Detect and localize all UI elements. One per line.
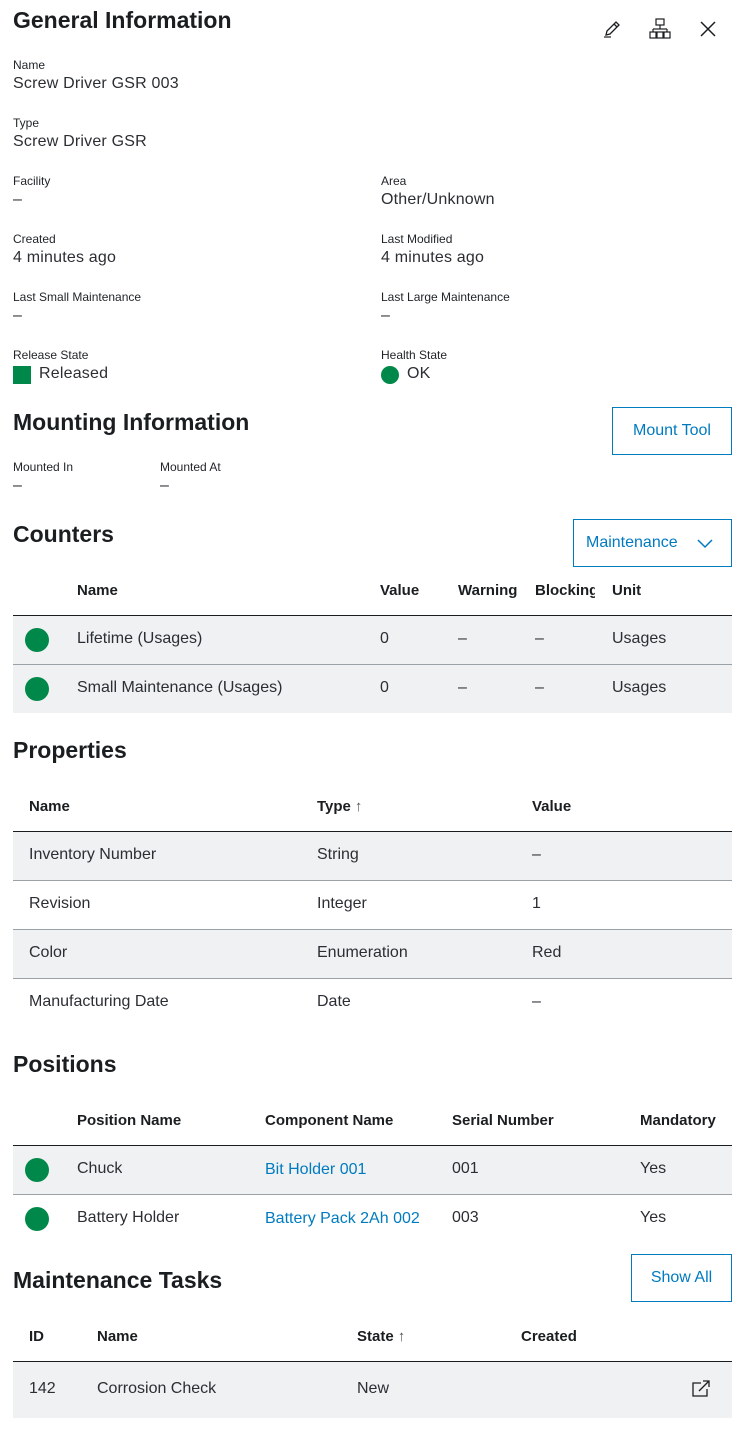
mandatory: Yes bbox=[640, 1160, 667, 1177]
property-name: Color bbox=[29, 944, 68, 961]
maintenance-tasks-title: Maintenance Tasks bbox=[13, 1267, 223, 1293]
counter-name: Small Maintenance (Usages) bbox=[77, 679, 283, 696]
table-row[interactable] bbox=[13, 881, 732, 929]
property-value: 1 bbox=[532, 895, 541, 912]
serial-number: 001 bbox=[452, 1160, 479, 1177]
property-value: – bbox=[532, 993, 541, 1010]
properties-col-value[interactable]: Value bbox=[532, 798, 571, 815]
created-value: 4 minutes ago bbox=[13, 249, 117, 266]
pencil-icon[interactable] bbox=[599, 16, 625, 42]
counters-col-blocking[interactable]: Blocking bbox=[535, 582, 595, 599]
mounted-in-value: – bbox=[13, 477, 23, 494]
counter-warning: – bbox=[458, 630, 467, 647]
counters-col-unit[interactable]: Unit bbox=[612, 582, 641, 599]
mandatory: Yes bbox=[640, 1209, 667, 1226]
property-type: Enumeration bbox=[317, 944, 408, 961]
position-name: Battery Holder bbox=[77, 1209, 180, 1226]
close-icon[interactable] bbox=[695, 16, 721, 42]
mounting-information-title: Mounting Information bbox=[13, 409, 250, 435]
facility-label: Facility bbox=[13, 174, 51, 188]
mounted-at-value: – bbox=[160, 477, 170, 494]
positions-col-component-name[interactable]: Component Name bbox=[265, 1112, 393, 1129]
facility-value: – bbox=[13, 191, 23, 208]
tasks-col-created[interactable]: Created bbox=[521, 1328, 577, 1345]
tasks-col-state-label: State bbox=[357, 1328, 394, 1345]
positions-title: Positions bbox=[13, 1051, 117, 1077]
task-name: Corrosion Check bbox=[97, 1380, 217, 1397]
properties-col-type-label: Type bbox=[317, 798, 351, 815]
position-status-dot-icon bbox=[25, 1158, 49, 1182]
property-name: Revision bbox=[29, 895, 91, 912]
maintenance-dropdown[interactable]: Maintenance bbox=[573, 519, 732, 567]
last-modified-value: 4 minutes ago bbox=[381, 249, 485, 266]
property-name: Manufacturing Date bbox=[29, 993, 169, 1010]
last-modified-label: Last Modified bbox=[381, 232, 453, 246]
release-state-label: Release State bbox=[13, 348, 89, 362]
mount-tool-button[interactable]: Mount Tool bbox=[612, 407, 732, 455]
maintenance-dropdown-label: Maintenance bbox=[586, 534, 678, 551]
type-label: Type bbox=[13, 116, 40, 130]
last-small-maintenance-label: Last Small Maintenance bbox=[13, 290, 142, 304]
last-large-maintenance-value: – bbox=[381, 307, 391, 324]
positions-col-position-name[interactable]: Position Name bbox=[77, 1112, 181, 1129]
name-label: Name bbox=[13, 58, 46, 72]
property-type: Date bbox=[317, 993, 351, 1010]
property-value: Red bbox=[532, 944, 562, 961]
type-value: Screw Driver GSR bbox=[13, 133, 147, 150]
counter-status-dot-icon bbox=[25, 628, 49, 652]
task-id: 142 bbox=[29, 1380, 56, 1397]
property-type: String bbox=[317, 846, 359, 863]
counter-unit: Usages bbox=[612, 679, 667, 696]
tasks-col-name[interactable]: Name bbox=[97, 1328, 138, 1345]
counter-unit: Usages bbox=[612, 630, 667, 647]
health-state-label: Health State bbox=[381, 348, 448, 362]
property-value: – bbox=[532, 846, 541, 863]
sort-ascending-icon: ↑ bbox=[397, 1328, 406, 1345]
release-state-value: Released bbox=[39, 365, 109, 382]
properties-col-type[interactable]: Type ↑ bbox=[317, 798, 362, 815]
health-state-value: OK bbox=[407, 365, 431, 382]
counter-status-dot-icon bbox=[25, 677, 49, 701]
position-name: Chuck bbox=[77, 1160, 123, 1177]
positions-col-mandatory[interactable]: Mandatory bbox=[640, 1112, 716, 1129]
mounted-at-label: Mounted At bbox=[160, 460, 221, 474]
counters-col-name[interactable]: Name bbox=[77, 582, 118, 599]
counter-blocking: – bbox=[535, 679, 544, 696]
counters-col-value[interactable]: Value bbox=[380, 582, 419, 599]
area-value: Other/Unknown bbox=[381, 191, 495, 208]
property-name: Inventory Number bbox=[29, 846, 157, 863]
property-type: Integer bbox=[317, 895, 367, 912]
counter-blocking: – bbox=[535, 630, 544, 647]
properties-col-name[interactable]: Name bbox=[29, 798, 70, 815]
component-link[interactable]: Bit Holder 001 bbox=[265, 1161, 366, 1179]
chevron-down-icon bbox=[697, 536, 713, 554]
health-state-dot-icon bbox=[381, 366, 399, 384]
sort-ascending-icon: ↑ bbox=[354, 798, 363, 815]
hierarchy-icon[interactable] bbox=[647, 16, 673, 42]
positions-col-serial-number[interactable]: Serial Number bbox=[452, 1112, 554, 1129]
task-state: New bbox=[357, 1380, 390, 1397]
counter-value: 0 bbox=[380, 679, 389, 696]
counter-value: 0 bbox=[380, 630, 389, 647]
open-external-icon[interactable] bbox=[688, 1376, 714, 1402]
mounted-in-label: Mounted In bbox=[13, 460, 74, 474]
area-label: Area bbox=[381, 174, 407, 188]
counters-title: Counters bbox=[13, 521, 114, 547]
last-small-maintenance-value: – bbox=[13, 307, 23, 324]
counters-col-warning[interactable]: Warning bbox=[458, 582, 518, 599]
created-label: Created bbox=[13, 232, 56, 246]
counter-warning: – bbox=[458, 679, 467, 696]
release-state-square-icon bbox=[13, 366, 31, 384]
tasks-col-id[interactable]: ID bbox=[29, 1328, 44, 1345]
tasks-col-state[interactable]: State ↑ bbox=[357, 1328, 405, 1345]
properties-title: Properties bbox=[13, 737, 127, 763]
show-all-button[interactable]: Show All bbox=[631, 1254, 732, 1302]
position-status-dot-icon bbox=[25, 1207, 49, 1231]
general-information-title: General Information bbox=[13, 7, 232, 33]
name-value: Screw Driver GSR 003 bbox=[13, 75, 179, 92]
last-large-maintenance-label: Last Large Maintenance bbox=[381, 290, 510, 304]
serial-number: 003 bbox=[452, 1209, 479, 1226]
component-link[interactable]: Battery Pack 2Ah 002 bbox=[265, 1210, 420, 1228]
counter-name: Lifetime (Usages) bbox=[77, 630, 203, 647]
